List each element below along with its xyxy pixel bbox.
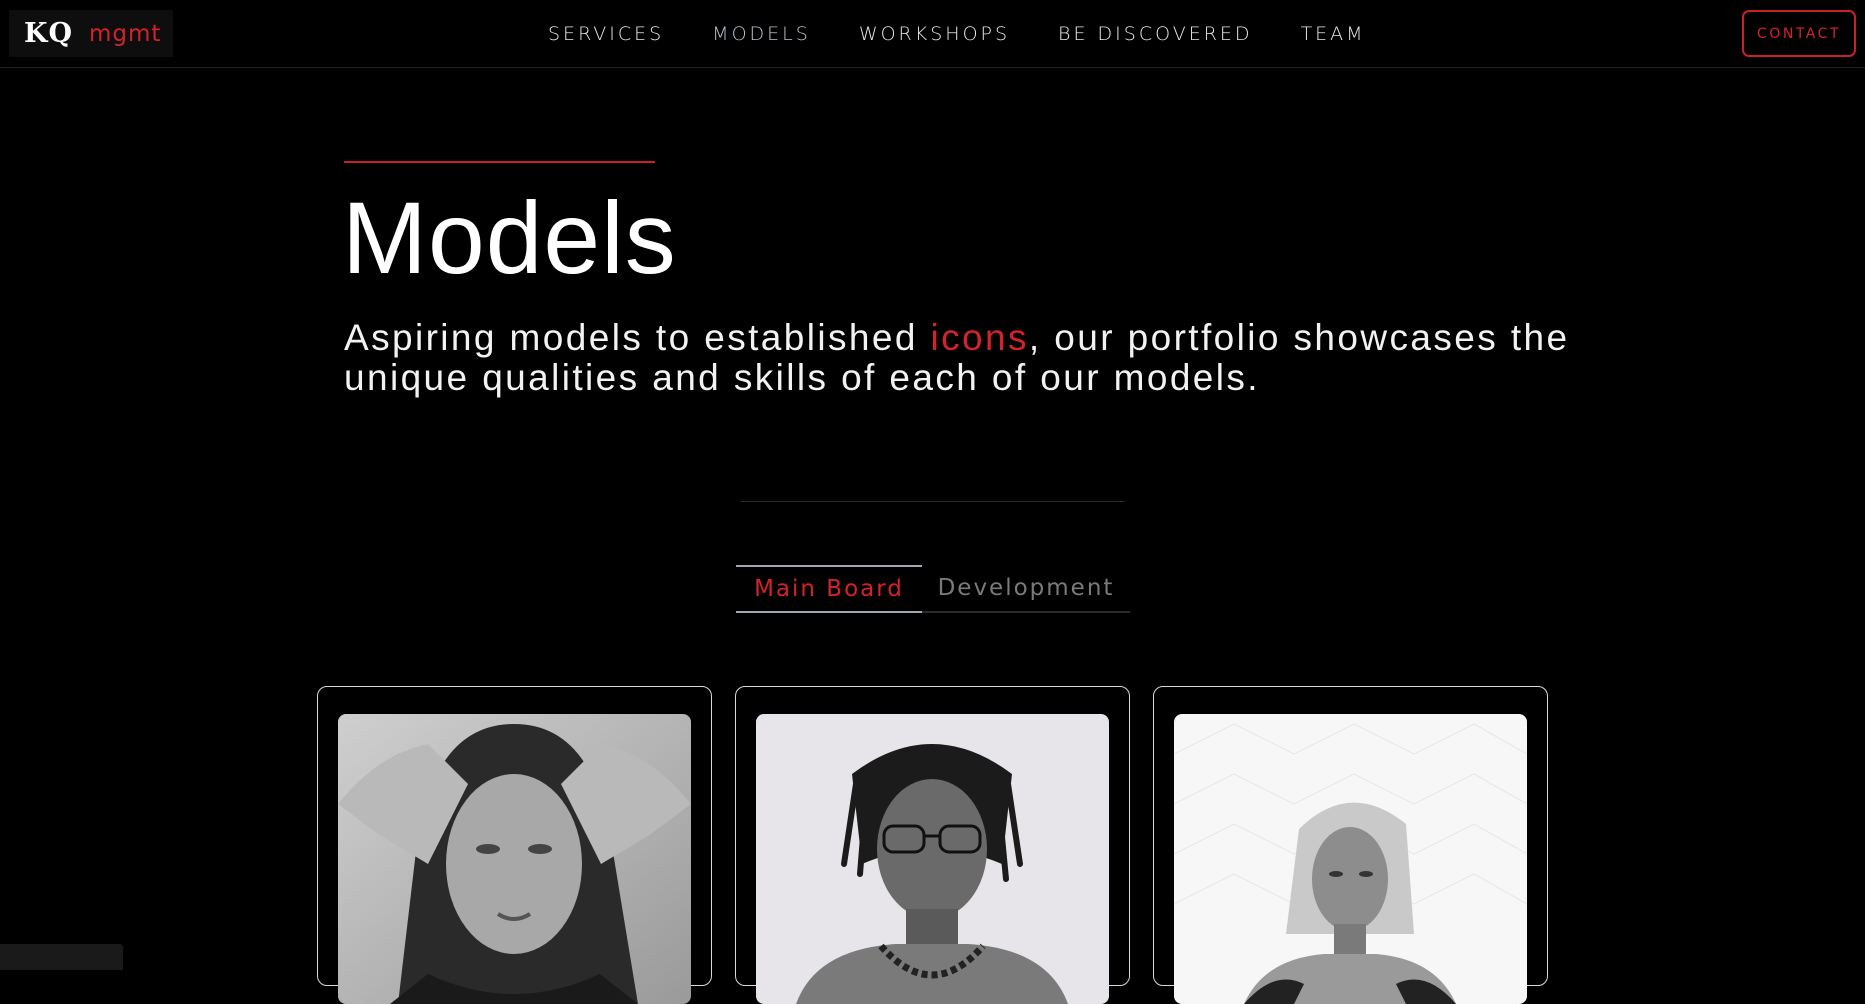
tab-main-board[interactable]: Main Board: [736, 565, 922, 613]
site-logo[interactable]: KQ mgmt: [9, 10, 173, 57]
top-navigation: KQ mgmt SERVICES MODELS WORKSHOPS BE DIS…: [0, 0, 1865, 68]
side-widget-tab[interactable]: [0, 944, 123, 970]
tab-development[interactable]: Development: [922, 565, 1130, 613]
intro-text-start: Aspiring models to established: [344, 317, 931, 358]
nav-item-models[interactable]: MODELS: [712, 23, 811, 45]
page-title: Models: [342, 181, 677, 295]
nav-item-team[interactable]: TEAM: [1301, 23, 1366, 45]
model-card[interactable]: [735, 686, 1130, 1004]
contact-button[interactable]: CONTACT: [1742, 10, 1856, 57]
logo-secondary-text: mgmt: [89, 20, 162, 47]
model-photo[interactable]: [338, 714, 691, 1004]
model-photo[interactable]: [1174, 714, 1527, 1004]
nav-item-services[interactable]: SERVICES: [548, 23, 664, 45]
board-tabs: Main Board Development: [736, 565, 1130, 613]
model-photo[interactable]: [756, 714, 1109, 1004]
title-accent-rule: [344, 161, 655, 163]
section-divider: [741, 501, 1125, 502]
intro-accent-word: icons: [930, 317, 1029, 358]
model-card[interactable]: [317, 686, 712, 1004]
nav-item-be-discovered[interactable]: BE DISCOVERED: [1058, 23, 1253, 45]
model-card[interactable]: [1153, 686, 1548, 1004]
logo-primary-text: KQ: [24, 18, 73, 49]
nav-item-workshops[interactable]: WORKSHOPS: [859, 23, 1010, 45]
main-menu: SERVICES MODELS WORKSHOPS BE DISCOVERED …: [548, 0, 1414, 68]
page-intro: Aspiring models to established icons, ou…: [344, 318, 1584, 398]
